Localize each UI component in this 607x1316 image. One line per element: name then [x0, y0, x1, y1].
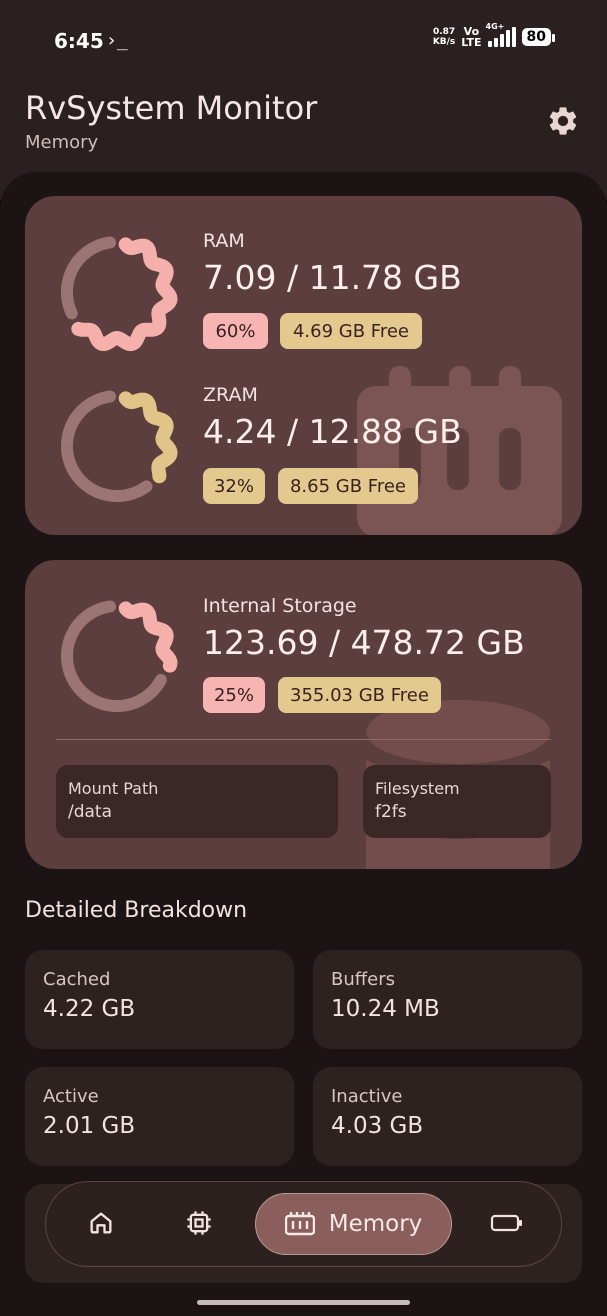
- tile-value: 10.24 MB: [331, 996, 440, 1022]
- tile-value: 4.03 GB: [331, 1113, 424, 1139]
- tile-label: Buffers: [331, 969, 396, 990]
- zram-value: 4.24 / 12.88 GB: [203, 412, 462, 451]
- breakdown-tile-inactive: Inactive 4.03 GB: [313, 1067, 582, 1166]
- app-header: 6:45 ›_ 0.87 KB/s Vo LTE 4G+ 80 RvSystem…: [0, 0, 607, 200]
- volte-icon: Vo LTE: [461, 25, 482, 49]
- breakdown-tile-active: Active 2.01 GB: [25, 1067, 294, 1166]
- mount-path-value: /data: [68, 802, 113, 822]
- page-title: RvSystem Monitor: [25, 89, 318, 127]
- battery-indicator: 80: [521, 28, 556, 46]
- ram-value: 7.09 / 11.78 GB: [203, 258, 462, 297]
- cpu-icon: [187, 1211, 211, 1235]
- zram-used-arc: [118, 391, 178, 484]
- memory-icon: [284, 1212, 315, 1236]
- filesystem-box: Filesystem f2fs: [363, 765, 551, 838]
- storage-percent-badge: 25%: [203, 677, 265, 713]
- status-time: 6:45: [54, 29, 104, 53]
- ram-free-badge: 4.69 GB Free: [280, 313, 422, 349]
- storage-used-arc: [118, 601, 178, 673]
- tile-label: Active: [43, 1086, 99, 1107]
- zram-usage-ring: [60, 390, 178, 503]
- ram-usage-ring: [61, 236, 178, 352]
- nav-home[interactable]: [81, 1203, 121, 1243]
- storage-divider: [56, 739, 551, 740]
- breakdown-tile-buffers: Buffers 10.24 MB: [313, 950, 582, 1049]
- tile-value: 2.01 GB: [43, 1113, 136, 1139]
- breakdown-title: Detailed Breakdown: [25, 898, 248, 923]
- memory-card: RAM 7.09 / 11.78 GB 60% 4.69 GB Free ZRA…: [25, 196, 582, 535]
- page-subtitle: Memory: [25, 132, 99, 153]
- terminal-icon: ›_: [106, 30, 128, 51]
- signal-icon: 4G+: [486, 22, 516, 47]
- tile-label: Cached: [43, 969, 111, 990]
- status-indicators: 0.87 KB/s Vo LTE 4G+ 80: [432, 22, 556, 49]
- ram-free-track: [61, 236, 117, 320]
- bottom-navigation: Memory: [45, 1181, 562, 1267]
- filesystem-value: f2fs: [375, 802, 407, 822]
- ram-label: RAM: [203, 230, 245, 252]
- zram-free-track: [60, 390, 153, 503]
- breakdown-tile-cached: Cached 4.22 GB: [25, 950, 294, 1049]
- home-icon: [90, 1212, 112, 1234]
- zram-free-badge: 8.65 GB Free: [278, 468, 418, 504]
- storage-card: Internal Storage 123.69 / 478.72 GB 25% …: [25, 560, 582, 869]
- battery-icon: [490, 1214, 522, 1232]
- ram-percent-badge: 60%: [203, 313, 268, 349]
- zram-label: ZRAM: [203, 384, 258, 406]
- filesystem-label: Filesystem: [375, 779, 460, 798]
- gear-icon[interactable]: [546, 104, 580, 138]
- nav-memory-label: Memory: [328, 1211, 423, 1237]
- mount-path-label: Mount Path: [68, 779, 159, 798]
- ram-used-arc: [71, 237, 178, 352]
- storage-value: 123.69 / 478.72 GB: [203, 623, 525, 662]
- zram-percent-badge: 32%: [203, 468, 265, 504]
- nav-cpu[interactable]: [179, 1203, 219, 1243]
- home-indicator[interactable]: [197, 1300, 410, 1305]
- nav-battery[interactable]: [487, 1203, 527, 1243]
- network-type: 4G+: [485, 22, 505, 31]
- storage-label: Internal Storage: [203, 595, 357, 617]
- storage-free-badge: 355.03 GB Free: [278, 677, 441, 713]
- tile-label: Inactive: [331, 1086, 403, 1107]
- nav-memory[interactable]: Memory: [255, 1193, 452, 1255]
- storage-usage-ring: [60, 600, 178, 713]
- network-speed: 0.87 KB/s: [432, 27, 456, 47]
- mount-path-box: Mount Path /data: [56, 765, 338, 838]
- tile-value: 4.22 GB: [43, 996, 136, 1022]
